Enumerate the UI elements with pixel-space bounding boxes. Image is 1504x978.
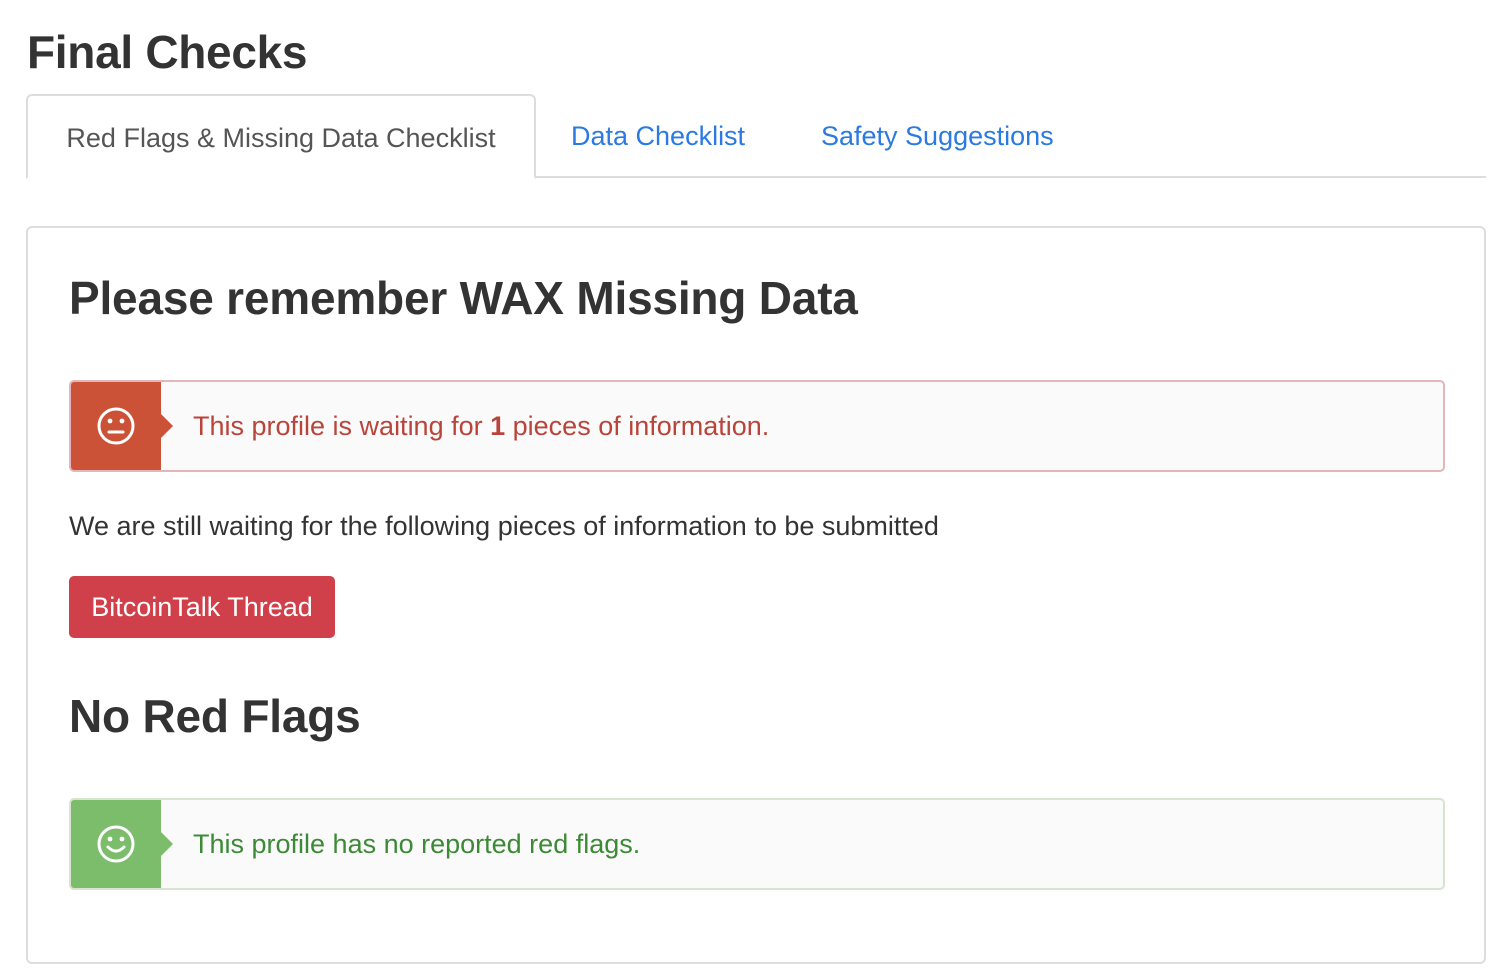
missing-data-alert: This profile is waiting for 1 pieces of … [69, 380, 1445, 472]
no-red-flags-alert-text: This profile has no reported red flags. [193, 829, 641, 859]
neutral-face-icon [97, 407, 135, 445]
alert-icon-box [71, 382, 173, 470]
waiting-description: We are still waiting for the following p… [69, 511, 939, 541]
alert-text-after: pieces of information. [505, 411, 770, 441]
red-flags-heading: No Red Flags [69, 690, 361, 742]
no-red-flags-alert: This profile has no reported red flags. [69, 798, 1445, 890]
alert-text-before: This profile is waiting for [193, 411, 491, 441]
page-title: Final Checks [27, 26, 308, 78]
missing-data-heading: Please remember WAX Missing Data [69, 272, 858, 324]
missing-count: 1 [490, 411, 506, 441]
tab-bar: Red Flags & Missing Data Checklist Data … [26, 94, 1486, 179]
tab-data-checklist[interactable]: Data Checklist [571, 94, 745, 178]
tab-content-panel: Please remember WAX Missing Data This pr… [26, 226, 1486, 964]
tab-safety-suggestions[interactable]: Safety Suggestions [821, 94, 1054, 178]
tab-red-flags-missing-data[interactable]: Red Flags & Missing Data Checklist [26, 94, 536, 179]
bitcointalk-thread-button[interactable]: BitcoinTalk Thread [69, 576, 335, 638]
final-checks-page: Final Checks Red Flags & Missing Data Ch… [0, 0, 1504, 978]
missing-data-alert-text: This profile is waiting for 1 pieces of … [193, 382, 769, 470]
alert-icon-box [71, 800, 173, 888]
smile-face-icon [97, 825, 135, 863]
